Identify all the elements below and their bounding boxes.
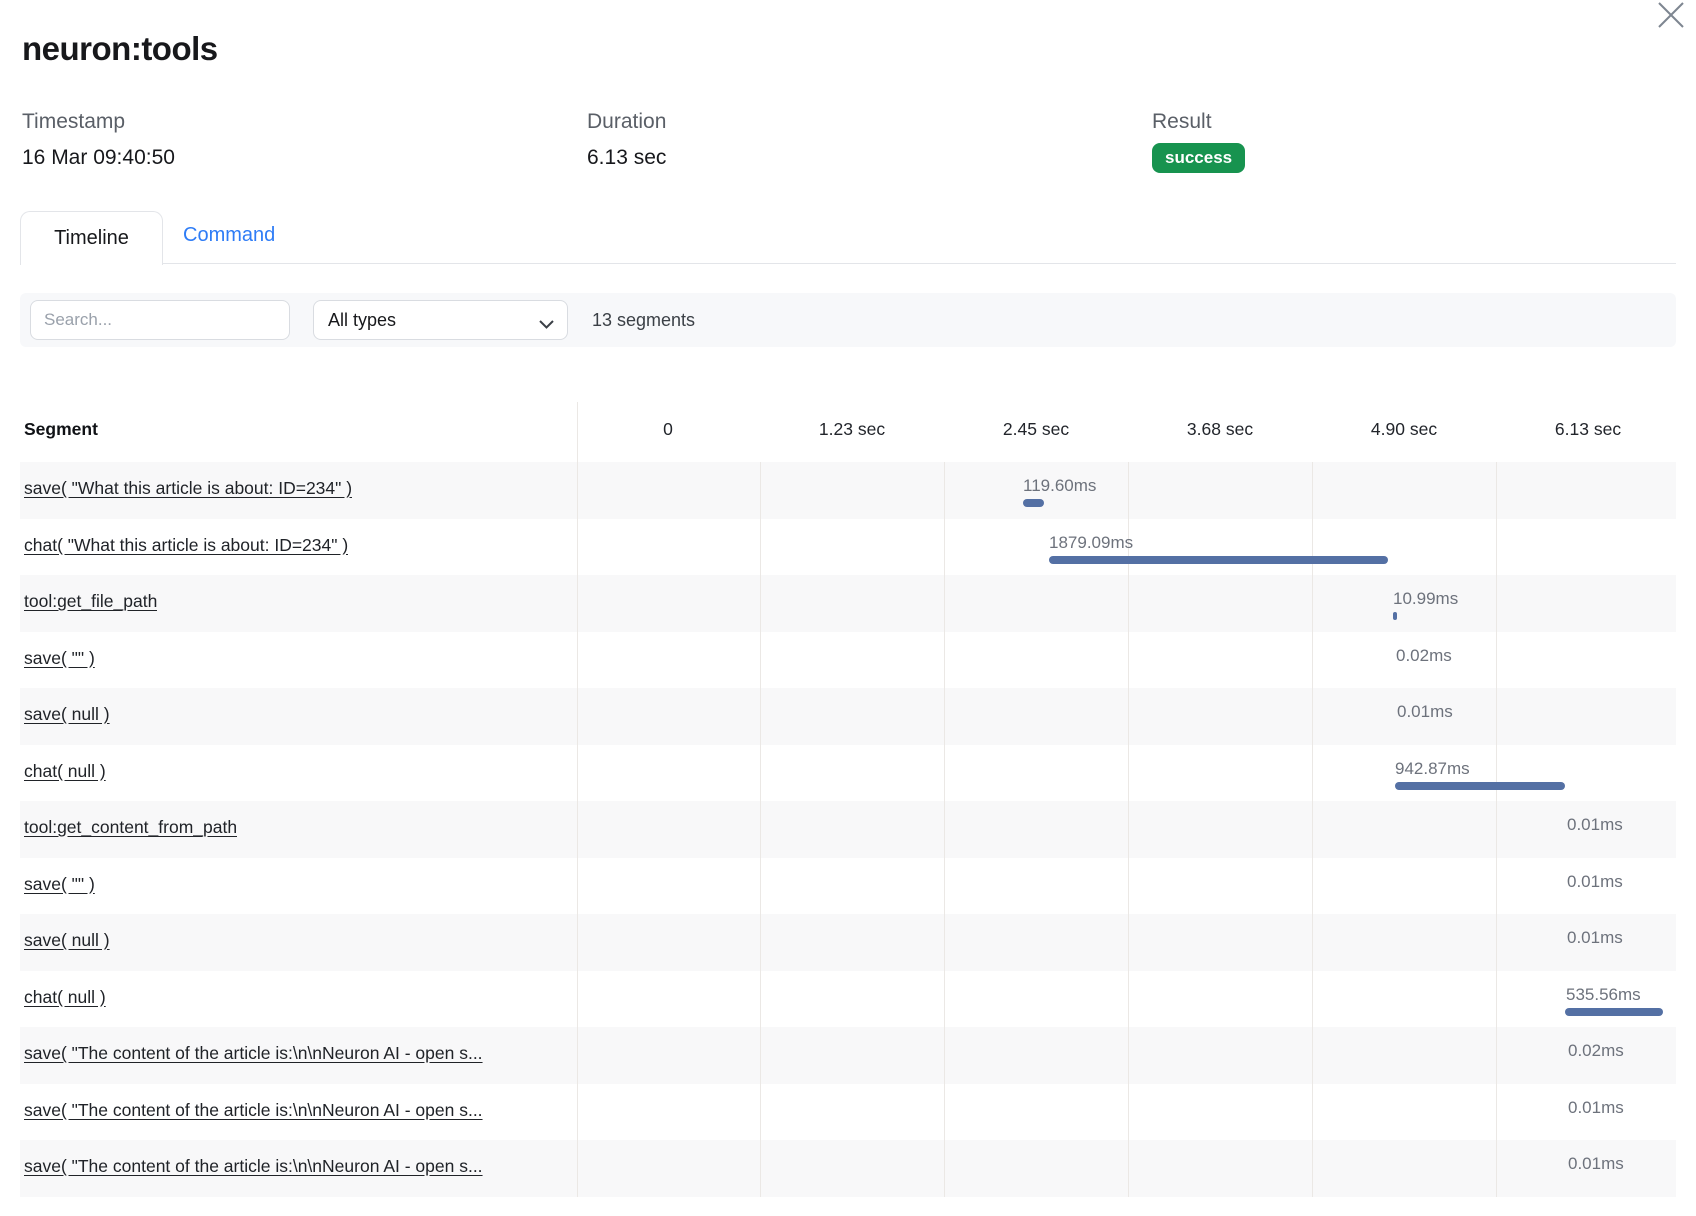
segment-link[interactable]: chat( null )	[24, 761, 106, 782]
segment-duration-bar	[1395, 782, 1565, 790]
segment-duration-label: 0.01ms	[1568, 1098, 1624, 1118]
segment-link[interactable]: tool:get_file_path	[24, 591, 157, 612]
segment-link[interactable]: chat( null )	[24, 987, 106, 1008]
type-filter-value: All types	[328, 301, 396, 339]
segment-duration-bar	[1049, 556, 1388, 564]
table-row: save( "The content of the article is:\n\…	[20, 1140, 1676, 1197]
tab-timeline[interactable]: Timeline	[20, 211, 163, 265]
meta-result: Result success	[1152, 110, 1245, 173]
segment-link[interactable]: save( null )	[24, 704, 110, 725]
table-row: tool:get_file_path 10.99ms	[20, 575, 1676, 632]
table-row: save( "What this article is about: ID=23…	[20, 462, 1676, 519]
segment-duration-label: 942.87ms	[1395, 759, 1470, 779]
meta-timestamp: Timestamp 16 Mar 09:40:50	[22, 110, 175, 170]
segment-duration-bar	[1023, 499, 1044, 507]
timestamp-value: 16 Mar 09:40:50	[22, 146, 175, 170]
table-row: save( "The content of the article is:\n\…	[20, 1084, 1676, 1141]
segment-duration-label: 0.01ms	[1567, 872, 1623, 892]
axis-tick-label: 6.13 sec	[1555, 419, 1621, 440]
search-input[interactable]	[30, 300, 290, 340]
timestamp-label: Timestamp	[22, 110, 175, 134]
axis-tick-label: 4.90 sec	[1371, 419, 1437, 440]
segment-duration-label: 0.01ms	[1567, 928, 1623, 948]
segment-duration-label: 0.01ms	[1567, 815, 1623, 835]
segment-link[interactable]: save( "The content of the article is:\n\…	[24, 1156, 483, 1177]
axis-tick-label: 3.68 sec	[1187, 419, 1253, 440]
segments-count: 13 segments	[592, 293, 695, 347]
filter-bar: All types 13 segments	[20, 293, 1676, 347]
segment-link[interactable]: save( null )	[24, 930, 110, 951]
status-badge: success	[1152, 143, 1245, 173]
table-row: chat( null ) 942.87ms	[20, 745, 1676, 802]
segment-duration-label: 535.56ms	[1566, 985, 1641, 1005]
axis-tick-label: 0	[663, 419, 673, 440]
segment-link[interactable]: save( "" )	[24, 874, 95, 895]
close-button[interactable]	[1654, 0, 1690, 32]
close-icon	[1656, 2, 1688, 30]
timeline-rows: save( "What this article is about: ID=23…	[20, 462, 1676, 1197]
segment-duration-bar	[1393, 612, 1397, 620]
segment-link[interactable]: tool:get_content_from_path	[24, 817, 237, 838]
segment-link[interactable]: save( "" )	[24, 648, 95, 669]
tabs-underline	[20, 263, 1676, 264]
segment-duration-label: 1879.09ms	[1049, 533, 1133, 553]
segment-link[interactable]: save( "The content of the article is:\n\…	[24, 1100, 483, 1121]
trace-detail-dialog: neuron:tools Timestamp 16 Mar 09:40:50 D…	[0, 0, 1696, 1216]
duration-value: 6.13 sec	[587, 146, 666, 170]
segment-link[interactable]: save( "What this article is about: ID=23…	[24, 478, 352, 499]
table-row: tool:get_content_from_path 0.01ms	[20, 801, 1676, 858]
segment-duration-label: 10.99ms	[1393, 589, 1458, 609]
table-row: chat( "What this article is about: ID=23…	[20, 519, 1676, 576]
segment-column-header: Segment	[24, 419, 98, 440]
duration-label: Duration	[587, 110, 666, 134]
segment-duration-label: 0.02ms	[1396, 646, 1452, 666]
table-row: save( null ) 0.01ms	[20, 914, 1676, 971]
table-row: save( "" ) 0.01ms	[20, 858, 1676, 915]
segment-duration-label: 0.01ms	[1397, 702, 1453, 722]
table-row: save( "" ) 0.02ms	[20, 632, 1676, 689]
meta-duration: Duration 6.13 sec	[587, 110, 666, 170]
tab-command[interactable]: Command	[183, 224, 275, 247]
timeline-axis-divider	[577, 402, 578, 462]
table-row: save( null ) 0.01ms	[20, 688, 1676, 745]
axis-tick-label: 1.23 sec	[819, 419, 885, 440]
chevron-down-icon	[539, 316, 554, 334]
segment-duration-label: 0.01ms	[1568, 1154, 1624, 1174]
segment-duration-bar	[1565, 1008, 1663, 1016]
table-row: chat( null ) 535.56ms	[20, 971, 1676, 1028]
segment-duration-label: 119.60ms	[1023, 476, 1096, 496]
table-row: save( "The content of the article is:\n\…	[20, 1027, 1676, 1084]
segment-link[interactable]: save( "The content of the article is:\n\…	[24, 1043, 483, 1064]
segment-duration-label: 0.02ms	[1568, 1041, 1624, 1061]
type-filter-select[interactable]: All types	[313, 300, 568, 340]
result-label: Result	[1152, 110, 1245, 134]
axis-tick-label: 2.45 sec	[1003, 419, 1069, 440]
segment-link[interactable]: chat( "What this article is about: ID=23…	[24, 535, 348, 556]
page-title: neuron:tools	[22, 30, 218, 68]
